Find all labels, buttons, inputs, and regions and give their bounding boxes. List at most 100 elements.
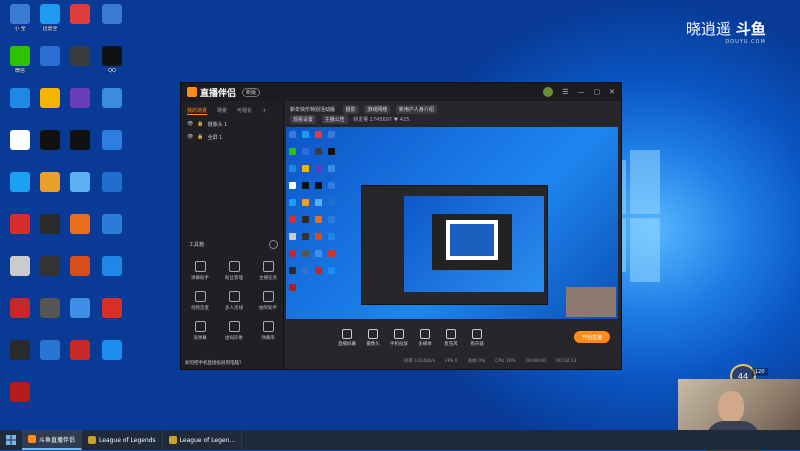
stream-preview[interactable] bbox=[286, 127, 618, 319]
desktop-icon[interactable] bbox=[63, 256, 97, 278]
eye-icon[interactable]: 👁 bbox=[187, 134, 193, 141]
desktop-icon[interactable] bbox=[33, 46, 67, 68]
desktop-icon[interactable] bbox=[95, 214, 129, 236]
maximize-icon[interactable]: ▢ bbox=[594, 88, 601, 96]
desktop-icon[interactable] bbox=[3, 382, 37, 404]
desktop-icon[interactable] bbox=[63, 130, 97, 152]
desktop-icon[interactable] bbox=[33, 298, 67, 320]
desktop-icon[interactable]: 迅雷全 bbox=[33, 4, 67, 32]
desktop-icon-label: QQ bbox=[108, 68, 116, 74]
tool-icon bbox=[228, 321, 240, 332]
scene-item[interactable]: 👁 🔒 全屏 1 bbox=[181, 131, 283, 144]
add-scene-icon[interactable]: ＋ bbox=[262, 107, 267, 115]
hint-message[interactable]: 如何把手机直接投屏到电脑? bbox=[185, 360, 241, 366]
desktop-icon[interactable] bbox=[63, 340, 97, 362]
lock-icon[interactable]: 🔒 bbox=[197, 134, 203, 141]
streaming-app-window[interactable]: 直播伴侣 新版 ☰ — ▢ ✕ 我的场景 场景 可视化 ＋ 👁 🔒 摄像头 1 bbox=[180, 82, 622, 370]
minimize-icon[interactable]: — bbox=[578, 88, 585, 96]
desktop-icon[interactable]: QQ bbox=[95, 46, 129, 74]
close-icon[interactable]: ✕ bbox=[609, 88, 615, 96]
desktop-icon[interactable] bbox=[3, 256, 37, 278]
desktop-icon[interactable] bbox=[3, 172, 37, 194]
desktop-icon[interactable] bbox=[33, 88, 67, 110]
desktop-icon[interactable] bbox=[63, 172, 97, 194]
desktop-icon[interactable]: 小 全 bbox=[3, 4, 37, 32]
source-control[interactable]: 多媒体 bbox=[412, 329, 438, 347]
tool-item[interactable]: 粉丝管理 bbox=[219, 261, 249, 281]
desktop-icon[interactable]: 微信 bbox=[3, 46, 37, 74]
desktop-icon[interactable] bbox=[95, 172, 129, 194]
desktop-icon[interactable] bbox=[95, 298, 129, 320]
desktop-icon[interactable] bbox=[95, 130, 129, 152]
desktop-icon[interactable] bbox=[3, 340, 37, 362]
preview-icon bbox=[315, 233, 322, 240]
desktop-icon[interactable] bbox=[63, 46, 97, 68]
version-badge[interactable]: 新版 bbox=[242, 87, 261, 97]
settings-chip[interactable]: 观看设置 bbox=[290, 115, 317, 124]
source-control[interactable]: 手机投屏 bbox=[386, 329, 412, 347]
start-button[interactable] bbox=[0, 430, 22, 450]
notice-chip[interactable]: 主播公告 bbox=[321, 115, 348, 124]
desktop-icon[interactable] bbox=[33, 130, 67, 152]
desktop-icon[interactable] bbox=[33, 214, 67, 236]
status-item: 00:00:00 bbox=[525, 358, 547, 364]
category-chip[interactable]: 游戏网络 bbox=[364, 105, 391, 114]
source-control[interactable]: 麦克风 bbox=[438, 329, 464, 347]
tool-item[interactable]: 弹幕助手 bbox=[185, 261, 215, 281]
desktop-icon[interactable] bbox=[3, 88, 37, 110]
tool-item[interactable]: 多人连线 bbox=[219, 291, 249, 311]
taskbar: 斗鱼直播伴侣 League of Legends League of Legen..… bbox=[0, 430, 800, 450]
start-stream-button[interactable]: 开始直播 bbox=[574, 331, 610, 343]
desktop-icon[interactable] bbox=[33, 340, 67, 362]
tool-item[interactable]: 主播任务 bbox=[253, 261, 283, 281]
tab-visual[interactable]: 可视化 bbox=[237, 107, 252, 115]
eye-icon[interactable]: 👁 bbox=[187, 121, 193, 128]
desktop-icon[interactable] bbox=[63, 88, 97, 110]
desktop-icon[interactable] bbox=[33, 172, 67, 194]
source-control[interactable]: 直播屏幕 bbox=[334, 329, 360, 347]
desktop-icon[interactable] bbox=[33, 256, 67, 278]
scene-item[interactable]: 👁 🔒 摄像头 1 bbox=[181, 118, 283, 131]
source-control[interactable]: 扬声器 bbox=[464, 329, 490, 347]
desktop-icon[interactable] bbox=[63, 4, 97, 26]
tool-item[interactable]: 抽奖助手 bbox=[253, 291, 283, 311]
stream-stats: 转发量 1745697 ♥ 425 bbox=[353, 117, 410, 123]
stream-title[interactable]: 新年快乐特别活动版 bbox=[290, 107, 335, 113]
app-titlebar[interactable]: 直播伴侣 新版 ☰ — ▢ ✕ bbox=[181, 83, 621, 101]
brand-logo: 斗鱼 bbox=[735, 20, 766, 38]
menu-icon[interactable]: ☰ bbox=[562, 88, 568, 96]
tab-my-scenes[interactable]: 我的场景 bbox=[187, 107, 208, 115]
source-control[interactable]: 摄像头 bbox=[360, 329, 386, 347]
tool-item[interactable]: 滚弹幕 bbox=[185, 321, 215, 341]
desktop-icon[interactable] bbox=[63, 214, 97, 236]
preview-icon bbox=[302, 165, 309, 172]
preview-icon bbox=[289, 250, 296, 257]
category-chip[interactable]: 摄影 bbox=[342, 105, 359, 114]
taskbar-item[interactable]: League of Legends bbox=[82, 430, 163, 450]
tool-item[interactable]: 虚拟形象 bbox=[219, 321, 249, 341]
control-icon bbox=[472, 329, 482, 339]
desktop-icon[interactable] bbox=[95, 88, 129, 110]
tool-item[interactable]: 视频连麦 bbox=[185, 291, 215, 311]
desktop-icon[interactable] bbox=[3, 298, 37, 320]
tool-item[interactable]: 弹幕库 bbox=[253, 321, 283, 341]
desktop-icon[interactable] bbox=[95, 340, 129, 362]
control-label: 手机投屏 bbox=[390, 342, 408, 347]
app-icon bbox=[40, 214, 60, 234]
desktop-icon[interactable] bbox=[95, 4, 129, 26]
app-title: 直播伴侣 bbox=[200, 88, 237, 99]
category-chip[interactable]: 新用户人身介绍 bbox=[395, 105, 437, 114]
app-icon bbox=[28, 435, 36, 443]
taskbar-item[interactable]: 斗鱼直播伴侣 bbox=[22, 430, 83, 450]
taskbar-item[interactable]: League of Legen... bbox=[163, 430, 243, 450]
desktop-icon[interactable] bbox=[3, 130, 37, 152]
lock-icon[interactable]: 🔒 bbox=[197, 121, 203, 128]
camera-source[interactable] bbox=[566, 287, 616, 317]
desktop-icon[interactable] bbox=[63, 298, 97, 320]
tab-scenes[interactable]: 场景 bbox=[217, 107, 227, 115]
preview-icon bbox=[302, 199, 309, 206]
avatar[interactable] bbox=[543, 87, 554, 97]
more-icon[interactable] bbox=[269, 240, 278, 249]
desktop-icon[interactable] bbox=[3, 214, 37, 236]
desktop-icon[interactable] bbox=[95, 256, 129, 278]
